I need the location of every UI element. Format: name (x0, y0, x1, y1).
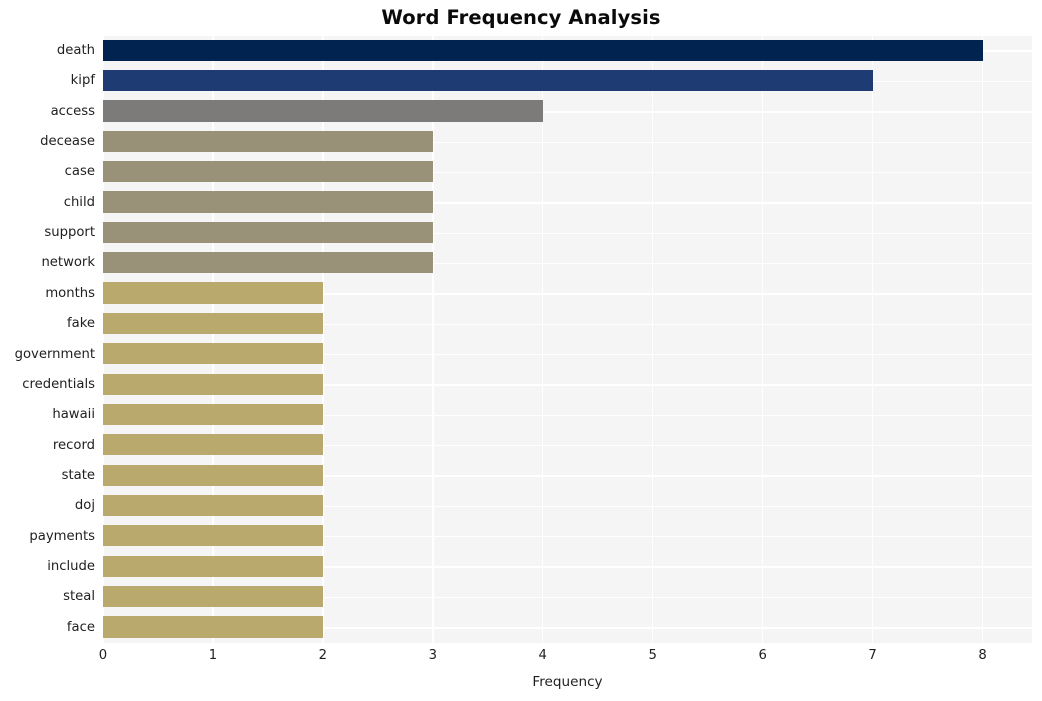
y-tick-label-child: child (63, 194, 95, 210)
bar-row (103, 157, 1032, 187)
bar-steal[interactable] (103, 585, 323, 608)
x-tick-label-3: 3 (428, 648, 438, 663)
y-tick-label-credentials: credentials (22, 376, 95, 392)
x-tick-label-2: 2 (318, 648, 328, 663)
bar-months[interactable] (103, 282, 323, 304)
bar-row (103, 36, 1032, 66)
bar-row (103, 66, 1032, 96)
y-tick-label-state: state (61, 467, 95, 483)
bar-row (103, 127, 1032, 157)
bar-row (103, 582, 1032, 612)
bar-access[interactable] (103, 100, 543, 122)
y-tick-label-payments: payments (29, 528, 95, 544)
x-axis-tick-labels: 0 1 2 3 4 5 6 7 8 (99, 648, 1032, 670)
bar-row (103, 370, 1032, 400)
x-tick-label-7: 7 (868, 648, 877, 663)
y-tick-label-include: include (47, 558, 95, 574)
y-tick-label-case: case (64, 164, 95, 180)
bar-support[interactable] (103, 221, 433, 243)
bar-payments[interactable] (103, 525, 323, 547)
y-tick-label-hawaii: hawaii (52, 407, 95, 423)
bar-hawaii[interactable] (103, 403, 323, 426)
bar-row (103, 522, 1032, 552)
bar-fake[interactable] (103, 312, 323, 335)
y-tick-label-face: face (66, 619, 95, 635)
bar-row (103, 431, 1032, 461)
bar-kipf[interactable] (103, 70, 873, 92)
bar-row (103, 97, 1032, 127)
y-tick-label-support: support (44, 225, 95, 241)
y-tick-label-network: network (41, 255, 95, 271)
chart-title: Word Frequency Analysis (381, 6, 661, 29)
bar-child[interactable] (103, 191, 433, 213)
bar-row (103, 613, 1032, 643)
word-frequency-chart-figure: Word Frequency Analysis death kipf access d… (0, 0, 1042, 701)
x-tick-label-8: 8 (978, 648, 987, 663)
x-tick-label-6: 6 (758, 648, 767, 663)
y-tick-label-government: government (14, 346, 95, 362)
bar-row (103, 340, 1032, 370)
y-tick-label-record: record (52, 437, 95, 453)
y-tick-label-decease: decease (40, 134, 95, 150)
x-tick-label-4: 4 (538, 648, 547, 663)
y-tick-label-access: access (50, 103, 95, 119)
bar-network[interactable] (103, 252, 433, 274)
plot-area (103, 36, 1032, 643)
x-tick-label-5: 5 (648, 648, 657, 663)
y-tick-label-steal: steal (63, 589, 95, 605)
bar-row (103, 400, 1032, 430)
y-tick-label-months: months (45, 285, 95, 301)
bar-death[interactable] (103, 39, 983, 61)
bar-row (103, 552, 1032, 582)
bar-doj[interactable] (103, 494, 323, 517)
bar-face[interactable] (103, 616, 323, 638)
y-tick-label-doj: doj (74, 498, 95, 514)
y-tick-label-fake: fake (66, 316, 95, 332)
y-tick-label-kipf: kipf (70, 73, 95, 89)
y-tick-label-death: death (56, 43, 95, 58)
x-tick-label-1: 1 (208, 648, 218, 663)
bar-state[interactable] (103, 464, 323, 486)
bar-row (103, 461, 1032, 491)
bar-record[interactable] (103, 434, 323, 456)
x-axis-title: Frequency (532, 674, 603, 690)
y-axis-tick-labels: death kipf access decease case child support ne… (0, 36, 95, 643)
bar-credentials[interactable] (103, 373, 323, 395)
bar-row (103, 188, 1032, 218)
bar-row (103, 309, 1032, 339)
bar-decease[interactable] (103, 130, 433, 152)
bar-include[interactable] (103, 555, 323, 577)
bar-row (103, 218, 1032, 248)
x-tick-label-0: 0 (98, 648, 108, 663)
bar-government[interactable] (103, 343, 323, 365)
bar-row (103, 491, 1032, 521)
bar-row (103, 248, 1032, 278)
bar-case[interactable] (103, 161, 433, 183)
bar-row (103, 279, 1032, 309)
